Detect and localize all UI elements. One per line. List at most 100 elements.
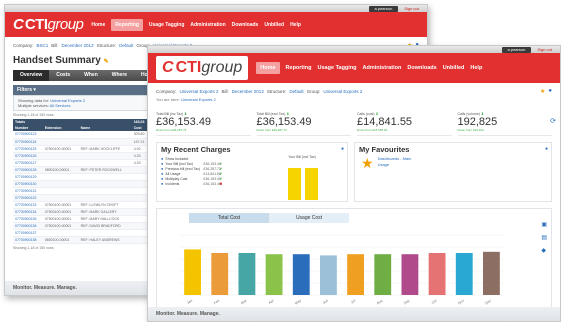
- nav-help[interactable]: Help: [290, 22, 301, 28]
- number-link[interactable]: 07700900132: [13, 194, 43, 202]
- chart-bar-jun[interactable]: [319, 255, 337, 295]
- tab-usage-cost[interactable]: Usage Cost: [269, 213, 349, 223]
- nav-reporting[interactable]: Reporting: [111, 18, 143, 31]
- help-icon[interactable]: ●: [548, 88, 552, 95]
- nav-downloads[interactable]: Downloads: [407, 65, 436, 71]
- bill-selector[interactable]: December 2012: [62, 43, 94, 48]
- sign-out-link[interactable]: Sign out: [537, 47, 552, 52]
- table-row[interactable]: 07700900128 0800100-00001 REF: PETER ROCKW…: [13, 166, 149, 174]
- nav-home[interactable]: Home: [256, 62, 280, 74]
- print-icon[interactable]: ▣: [541, 221, 547, 228]
- nav-help[interactable]: Help: [470, 65, 482, 71]
- number-link[interactable]: 07700900131: [13, 187, 43, 195]
- favourite-star-icon[interactable]: ★: [540, 88, 545, 95]
- table-row[interactable]: 07700900127 4.33: [13, 159, 149, 167]
- number-link[interactable]: 07700900133: [13, 201, 43, 209]
- chart-bar-apr[interactable]: [265, 254, 283, 295]
- number-link[interactable]: 07700900124: [13, 138, 43, 146]
- chart-bar-dec[interactable]: [482, 251, 500, 295]
- number-link[interactable]: 07700900129: [13, 173, 43, 181]
- table-row[interactable]: 07700900132: [13, 194, 149, 202]
- table-row[interactable]: 07700900130: [13, 180, 149, 188]
- table-cell: [78, 180, 132, 188]
- table-row[interactable]: 07700900124 197.21: [13, 138, 149, 146]
- kpi-calls-volume[interactable]: Calls (volume) ⬇ 192,825 Down from 196,0…: [457, 112, 556, 136]
- tab-costs[interactable]: Costs: [49, 70, 77, 81]
- table-row[interactable]: 07700900131: [13, 187, 149, 195]
- chart-bar-jul[interactable]: [347, 254, 365, 295]
- chart-bar-sep[interactable]: [401, 254, 419, 295]
- nav-administration[interactable]: Administration: [363, 65, 402, 71]
- bill-selector[interactable]: December 2012: [232, 89, 264, 94]
- number-link[interactable]: 07700900128: [13, 166, 43, 174]
- mini-chart-bar[interactable]: [305, 168, 318, 200]
- company-selector[interactable]: Universal Exports 2: [180, 89, 219, 94]
- nav-unbilled[interactable]: Unbilled: [264, 22, 284, 28]
- nav-reporting[interactable]: Reporting: [286, 65, 312, 71]
- nav-downloads[interactable]: Downloads: [232, 22, 259, 28]
- number-link[interactable]: 07700900127: [13, 159, 43, 167]
- tab-when[interactable]: When: [77, 70, 105, 81]
- services-select[interactable]: All Services: [50, 103, 71, 108]
- number-link[interactable]: 07700900135: [13, 215, 43, 223]
- selection-breadcrumb: Company: Universal Exports 2 Bill: Decem…: [156, 88, 552, 95]
- user-menu[interactable]: a.pearson: [501, 46, 532, 53]
- location-link[interactable]: Universal Exports 2: [181, 97, 216, 102]
- export-icon[interactable]: ▤: [541, 234, 547, 241]
- cti-group-logo[interactable]: C CTIgroup: [156, 56, 249, 80]
- table-row[interactable]: 07700900126 4.33: [13, 152, 149, 160]
- nav-unbilled[interactable]: Unbilled: [443, 65, 465, 71]
- company-selector[interactable]: BSC1: [37, 43, 49, 48]
- table-row[interactable]: 07700900129: [13, 173, 149, 181]
- number-link[interactable]: 07700900136: [13, 222, 43, 230]
- mini-chart-bar[interactable]: [288, 168, 301, 200]
- number-link[interactable]: 07700900125: [13, 145, 43, 153]
- tab-where[interactable]: Where: [105, 70, 134, 81]
- nav-home[interactable]: Home: [91, 22, 105, 28]
- favourite-star-icon[interactable]: ✎: [104, 59, 109, 65]
- chart-bar-oct[interactable]: [428, 253, 446, 295]
- table-row[interactable]: 07700900138 0800100-00001 REF: HALEY ANDRE…: [13, 236, 149, 244]
- nav-usage-tagging[interactable]: Usage Tagging: [318, 65, 357, 71]
- chart-bar-jan[interactable]: [184, 249, 202, 295]
- nav-administration[interactable]: Administration: [190, 22, 225, 28]
- number-link[interactable]: 07700900134: [13, 208, 43, 216]
- table-row[interactable]: 07700900134 07500100-00001 REF: MARK GALLE…: [13, 208, 149, 216]
- number-link[interactable]: 07700900137: [13, 229, 43, 237]
- number-link[interactable]: 07700900130: [13, 180, 43, 188]
- tab-total-cost[interactable]: Total Cost: [189, 213, 269, 223]
- chart-tabs: Total Cost Usage Cost: [189, 213, 551, 223]
- user-menu[interactable]: a.pearson: [368, 5, 399, 12]
- chart-bar-mar[interactable]: [238, 253, 256, 295]
- number-link[interactable]: 07700900123: [13, 131, 43, 139]
- tab-overview[interactable]: Overview: [13, 70, 50, 81]
- table-row[interactable]: 07700900135 07500100-00001 REF: MARY HALLC…: [13, 215, 149, 223]
- group-selector[interactable]: Universal Exports 2: [323, 89, 362, 94]
- favourite-link-usage[interactable]: Usage: [378, 162, 412, 168]
- sign-out-link[interactable]: Sign out: [404, 6, 419, 11]
- kpi-total-bill-excl-tax[interactable]: Total Bill (excl Tax) ⬇ £36,153.49 Down …: [256, 112, 351, 136]
- number-link[interactable]: 07700900138: [13, 236, 43, 244]
- chart-bar-may[interactable]: [292, 254, 310, 295]
- table-row[interactable]: 07700900133 07500100-00001 REF: LLEWLYN CR…: [13, 201, 149, 209]
- refresh-icon[interactable]: ⟳: [550, 117, 556, 125]
- chart-bar-nov[interactable]: [455, 253, 473, 295]
- table-row[interactable]: 07700900125 07500100-00001 REF: MARK HOCKL…: [13, 145, 149, 153]
- table-cell: REF: PETER ROCKWELL: [78, 166, 132, 174]
- handset-table: Totals 163,03 Number Extension Name Cost…: [13, 119, 149, 244]
- table-row[interactable]: 07700900123 309.80: [13, 131, 149, 139]
- chart-bar-aug[interactable]: [374, 254, 392, 295]
- number-link[interactable]: 07700900126: [13, 152, 43, 160]
- table-row[interactable]: 07700900137: [13, 229, 149, 237]
- cti-group-logo[interactable]: C CTIgroup: [13, 16, 84, 33]
- info-icon[interactable]: ●: [341, 146, 344, 152]
- chart-bar-feb[interactable]: [211, 253, 229, 295]
- table-row[interactable]: 07700900136 07500100-00001 REF: DAVID BRAD…: [13, 222, 149, 230]
- tag-icon[interactable]: ◆: [541, 247, 547, 254]
- structure-selector[interactable]: Default: [289, 89, 303, 94]
- structure-selector[interactable]: Default: [119, 43, 133, 48]
- kpi-calls-cost[interactable]: Calls (cost) ⬇ £14,841.55 Down from £15,…: [357, 112, 452, 136]
- nav-usage-tagging[interactable]: Usage Tagging: [149, 22, 184, 28]
- info-icon[interactable]: ●: [545, 146, 548, 152]
- kpi-total-bill-inc-tax[interactable]: Total Bill (inc Tax) ⬇ £36,153.49 Down f…: [156, 112, 251, 136]
